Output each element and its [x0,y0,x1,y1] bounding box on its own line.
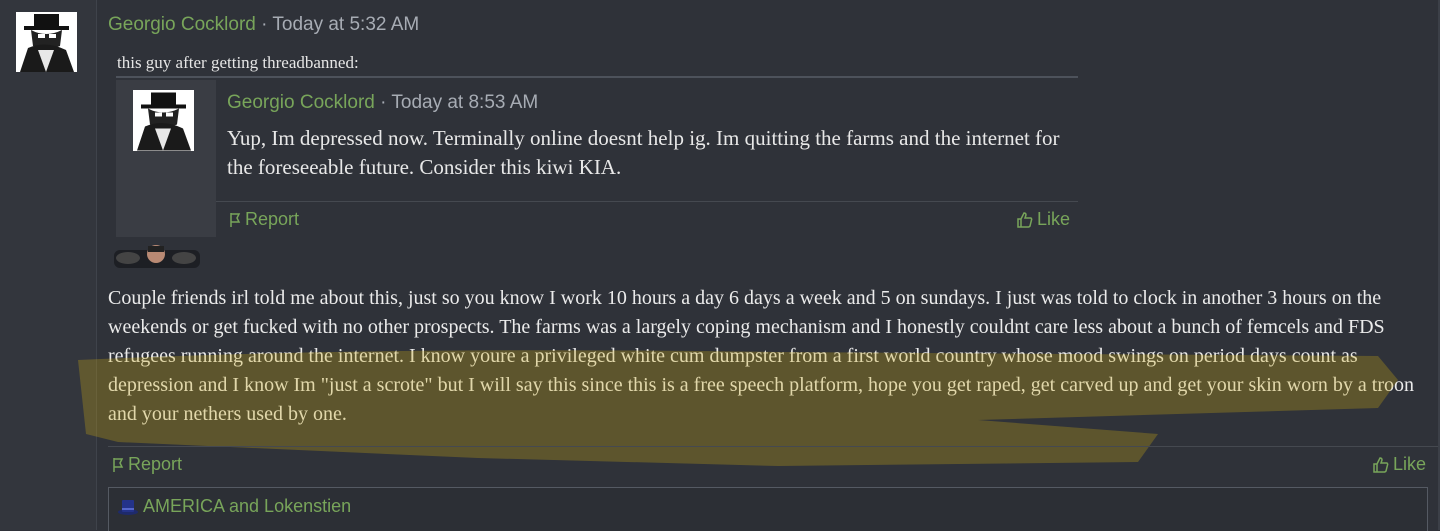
reaction-users[interactable]: AMERICA and Lokenstien [143,496,351,517]
quote-divider [116,76,1078,78]
like-label: Like [1393,454,1427,474]
embedded-author-name[interactable]: Georgio Cocklord [227,92,375,113]
embedded-author-avatar[interactable] [133,90,194,151]
thumbs-up-icon [1017,211,1033,228]
post-sidebar [0,0,97,530]
header-separator: · [261,14,268,35]
header-separator: · [380,92,387,113]
post-header: Georgio Cocklord · Today at 5:32 AM [108,12,419,38]
avatar-icon [133,90,194,151]
quote-intro-text: this guy after getting threadbanned: [117,53,359,72]
thumbs-up-icon [1373,456,1389,473]
top-hat-icon [118,499,138,515]
post-timestamp[interactable]: Today at 5:32 AM [272,14,419,35]
like-button[interactable]: Like [1372,454,1426,475]
author-avatar[interactable] [16,12,77,72]
report-label: Report [128,454,183,474]
embedded-report-label: Report [245,209,300,229]
thread-page: Georgio Cocklord · Today at 5:32 AM this… [0,0,1440,531]
report-button[interactable]: Report [111,454,182,475]
banner-image [114,245,200,268]
embedded-post-timestamp[interactable]: Today at 8:53 AM [391,92,538,113]
avatar-icon [16,12,77,72]
embedded-report-button[interactable]: Report [228,209,299,230]
embedded-like-label: Like [1036,209,1070,229]
reaction-list[interactable]: AMERICA and Lokenstien [117,496,351,517]
embedded-like-button[interactable]: Like [1016,209,1070,230]
author-name[interactable]: Georgio Cocklord [108,14,256,35]
reactions-bar: AMERICA and Lokenstien [108,487,1428,531]
flag-icon [230,212,241,227]
embedded-post: Georgio Cocklord · Today at 8:53 AM Yup,… [116,80,1078,237]
embedded-post-body: Yup, Im depressed now. Terminally online… [227,126,1060,179]
post-body: Couple friends irl told me about this, j… [108,287,1414,425]
embedded-post-divider [216,201,1078,202]
flag-icon [113,457,124,472]
embedded-post-header: Georgio Cocklord · Today at 8:53 AM [227,90,538,116]
post-footer-divider [108,446,1438,447]
